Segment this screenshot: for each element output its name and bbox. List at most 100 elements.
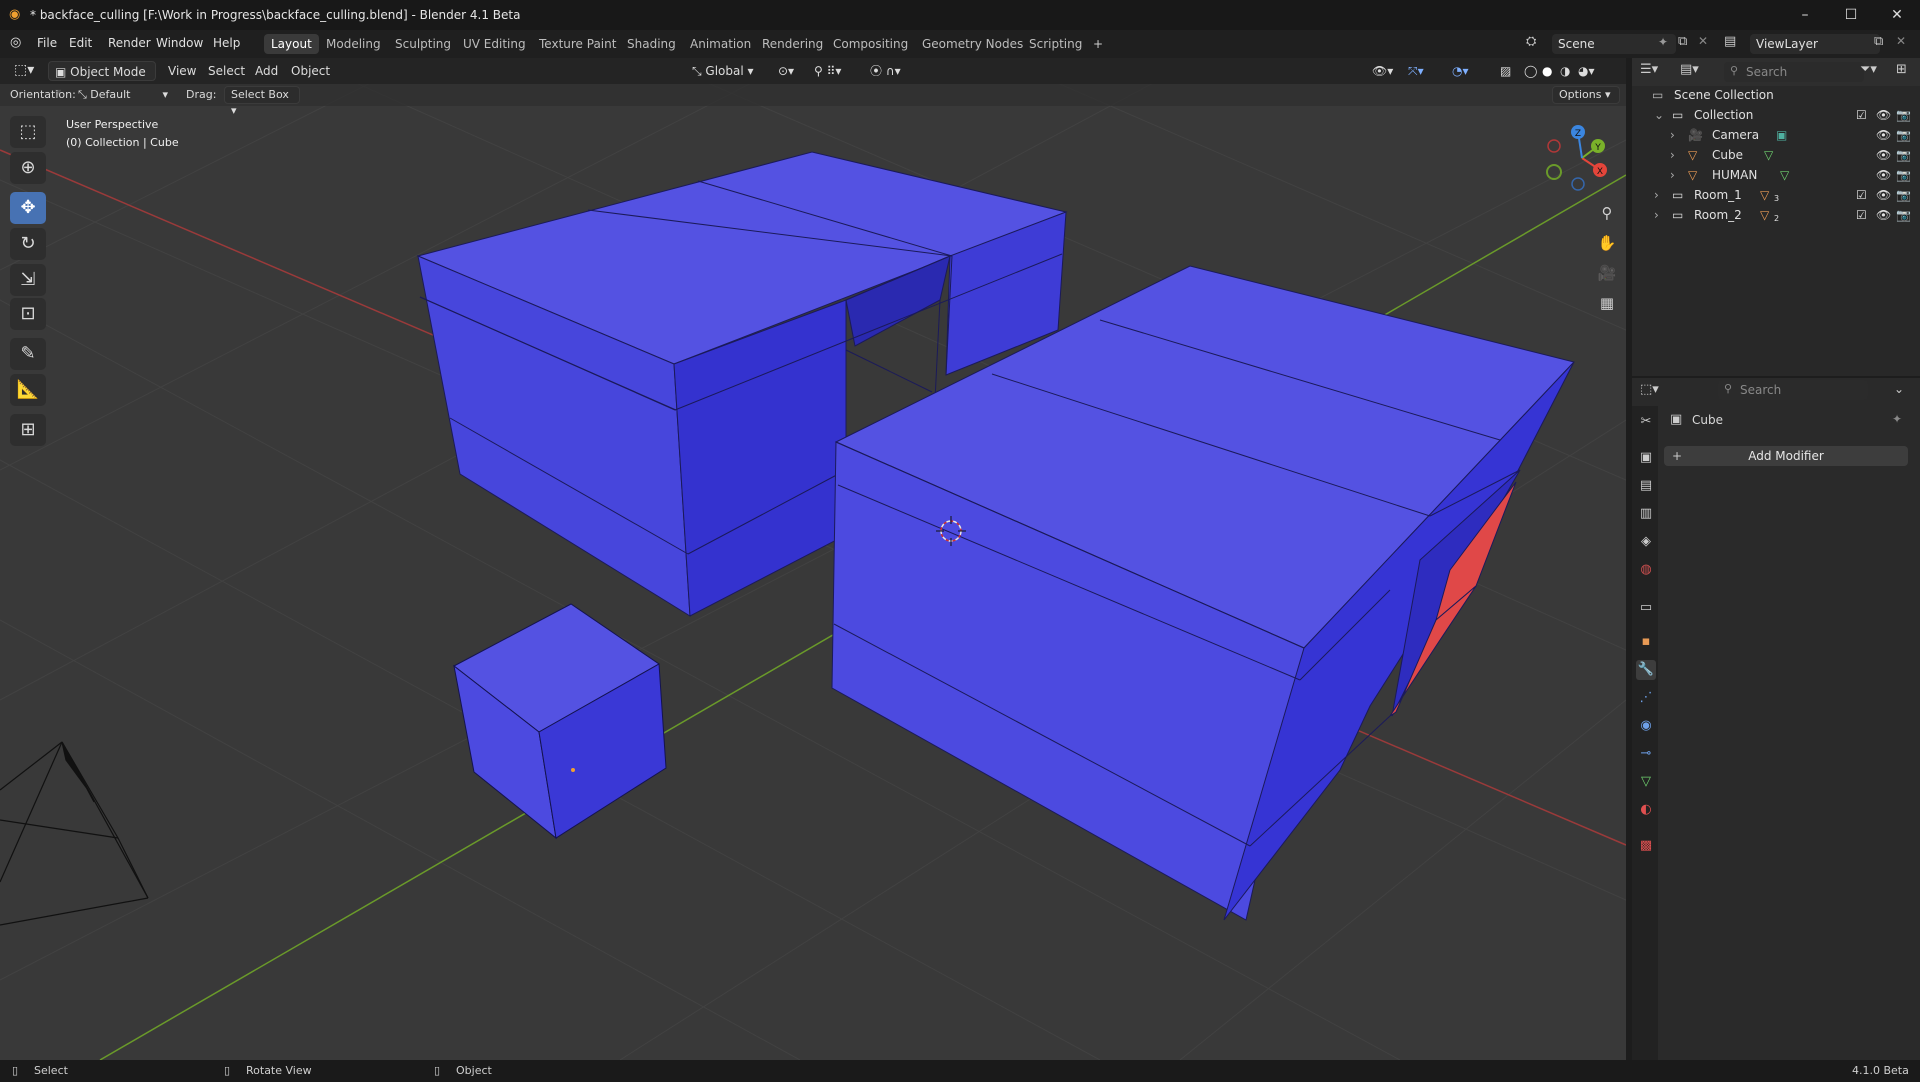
- add-modifier-button[interactable]: + Add Modifier: [1664, 446, 1908, 466]
- pan-hand-icon[interactable]: ✋: [1594, 230, 1620, 256]
- mode-dropdown[interactable]: ▣ Object Mode ▾: [48, 61, 156, 99]
- eye-icon[interactable]: 👁: [1876, 205, 1891, 225]
- expand-arrow-icon[interactable]: ›: [1654, 185, 1659, 205]
- menu-help[interactable]: Help: [213, 36, 240, 50]
- menu-render[interactable]: Render: [108, 36, 151, 50]
- tab-texture-paint[interactable]: Texture Paint: [532, 34, 623, 54]
- navigation-gizmo[interactable]: X Y Z: [1540, 118, 1620, 198]
- rotate-tool[interactable]: ↻: [10, 228, 46, 260]
- render-camera-icon[interactable]: 📷: [1896, 125, 1911, 145]
- render-camera-icon[interactable]: 📷: [1896, 205, 1911, 225]
- outliner-row-scene-collection[interactable]: ▭ Scene Collection: [1632, 85, 1920, 105]
- move-tool[interactable]: ✥: [10, 192, 46, 224]
- minimize-button[interactable]: –: [1782, 0, 1828, 30]
- menu-object[interactable]: Object: [291, 61, 330, 81]
- view-layer-icon[interactable]: ▤: [1724, 34, 1736, 49]
- tool-tab-icon[interactable]: ✂: [1636, 412, 1656, 432]
- delete-scene-icon[interactable]: ✕: [1698, 34, 1708, 48]
- solid-shading-icon[interactable]: ●: [1542, 61, 1552, 81]
- tab-animation[interactable]: Animation: [683, 34, 758, 54]
- measure-tool[interactable]: 📐: [10, 374, 46, 406]
- cursor-tool[interactable]: ⊕: [10, 152, 46, 184]
- expand-arrow-icon[interactable]: ›: [1670, 125, 1675, 145]
- close-button[interactable]: ✕: [1874, 0, 1920, 30]
- xray-icon[interactable]: ▨: [1500, 61, 1511, 81]
- material-shading-icon[interactable]: ◑: [1560, 61, 1570, 81]
- constraints-tab-icon[interactable]: ⊸: [1636, 744, 1656, 764]
- wireframe-shading-icon[interactable]: ◯: [1524, 61, 1537, 81]
- new-view-layer-icon[interactable]: ⧉: [1874, 34, 1883, 49]
- menu-file[interactable]: File: [37, 36, 57, 50]
- render-camera-icon[interactable]: 📷: [1896, 165, 1911, 185]
- 3d-viewport[interactable]: [0, 58, 1626, 1060]
- outliner-row-human[interactable]: › ▽ HUMAN ▽ 👁 📷: [1632, 165, 1920, 185]
- panel-options-icon[interactable]: ⌄: [1894, 382, 1904, 396]
- menu-select[interactable]: Select: [208, 61, 245, 81]
- tab-layout[interactable]: Layout: [264, 34, 319, 54]
- tab-compositing[interactable]: Compositing: [826, 34, 915, 54]
- output-tab-icon[interactable]: ▤: [1636, 476, 1656, 496]
- render-tab-icon[interactable]: ▣: [1636, 448, 1656, 468]
- checkbox-icon[interactable]: ☑: [1856, 105, 1867, 125]
- visibility-icon[interactable]: 👁▾: [1372, 61, 1393, 81]
- material-tab-icon[interactable]: ◐: [1636, 800, 1656, 820]
- filter-icon[interactable]: ⏷▾: [1860, 62, 1877, 77]
- texture-tab-icon[interactable]: ▩: [1636, 836, 1656, 856]
- new-collection-icon[interactable]: ⊞: [1896, 62, 1907, 77]
- object-tab-icon[interactable]: ▪: [1636, 632, 1656, 652]
- proportional-edit-icon[interactable]: ⦿ ∩▾: [870, 61, 901, 81]
- pivot-point-icon[interactable]: ⊙▾: [778, 61, 794, 81]
- data-tab-icon[interactable]: ▽: [1636, 772, 1656, 792]
- expand-arrow-icon[interactable]: ⌄: [1654, 105, 1664, 125]
- expand-arrow-icon[interactable]: ›: [1670, 145, 1675, 165]
- tab-uv-editing[interactable]: UV Editing: [456, 34, 533, 54]
- maximize-button[interactable]: ☐: [1828, 0, 1874, 30]
- menu-window[interactable]: Window: [156, 36, 203, 50]
- add-workspace-button[interactable]: +: [1086, 34, 1110, 54]
- properties-editor-type-icon[interactable]: ⬚▾: [1640, 382, 1659, 397]
- physics-tab-icon[interactable]: ◉: [1636, 716, 1656, 736]
- pin-icon[interactable]: ✦: [1658, 35, 1668, 49]
- menu-edit[interactable]: Edit: [69, 36, 92, 50]
- checkbox-icon[interactable]: ☑: [1856, 185, 1867, 205]
- menu-view[interactable]: View: [168, 61, 196, 81]
- new-scene-icon[interactable]: ⧉: [1678, 34, 1687, 49]
- tab-shading[interactable]: Shading: [620, 34, 683, 54]
- outliner-row-room-2[interactable]: › ▭ Room_2 ▽ 2 ☑ 👁 📷: [1632, 205, 1920, 225]
- outliner-row-cube[interactable]: › ▽ Cube ▽ 👁 📷: [1632, 145, 1920, 165]
- eye-icon[interactable]: 👁: [1876, 165, 1891, 185]
- zoom-icon[interactable]: ⚲: [1594, 200, 1620, 226]
- modifier-tab-icon[interactable]: 🔧: [1636, 660, 1656, 680]
- snap-icon[interactable]: ⚲ ⠿▾: [814, 61, 841, 81]
- render-camera-icon[interactable]: 📷: [1896, 185, 1911, 205]
- cube-mesh[interactable]: [453, 603, 667, 840]
- collection-tab-icon[interactable]: ▭: [1636, 598, 1656, 618]
- tab-scripting[interactable]: Scripting: [1022, 34, 1089, 54]
- display-mode-icon[interactable]: ▤▾: [1680, 62, 1699, 77]
- delete-view-layer-icon[interactable]: ✕: [1896, 34, 1906, 48]
- tab-sculpting[interactable]: Sculpting: [388, 34, 458, 54]
- transform-orientation-dropdown[interactable]: ⤡ Global ▾: [692, 61, 768, 81]
- world-tab-icon[interactable]: ◍: [1636, 560, 1656, 580]
- rendered-shading-icon[interactable]: ◕▾: [1578, 61, 1595, 81]
- room-2-mesh[interactable]: [831, 265, 1575, 921]
- view-layer-tab-icon[interactable]: ▥: [1636, 504, 1656, 524]
- pin-icon[interactable]: ✦: [1892, 412, 1902, 426]
- camera-view-icon[interactable]: 🎥: [1594, 260, 1620, 286]
- outliner-row-camera[interactable]: › 🎥 Camera ▣ 👁 📷: [1632, 125, 1920, 145]
- particles-tab-icon[interactable]: ⋰: [1636, 688, 1656, 708]
- expand-arrow-icon[interactable]: ›: [1670, 165, 1675, 185]
- scene-tab-icon[interactable]: ◈: [1636, 532, 1656, 552]
- outliner-row-room-1[interactable]: › ▭ Room_1 ▽ 3 ☑ 👁 📷: [1632, 185, 1920, 205]
- gizmo-toggle-icon[interactable]: ⤧▾: [1408, 61, 1424, 81]
- outliner-editor-type-icon[interactable]: ☰▾: [1640, 62, 1658, 77]
- eye-icon[interactable]: 👁: [1876, 145, 1891, 165]
- scene-icon[interactable]: ⛭: [1526, 34, 1536, 49]
- eye-icon[interactable]: 👁: [1876, 105, 1891, 125]
- eye-icon[interactable]: 👁: [1876, 125, 1891, 145]
- orientation-dropdown[interactable]: ⤡ Default ▾: [78, 86, 172, 104]
- camera-object[interactable]: [0, 741, 149, 926]
- render-camera-icon[interactable]: 📷: [1896, 145, 1911, 165]
- tab-rendering[interactable]: Rendering: [755, 34, 830, 54]
- editor-type-icon[interactable]: ⬚▾: [14, 62, 34, 78]
